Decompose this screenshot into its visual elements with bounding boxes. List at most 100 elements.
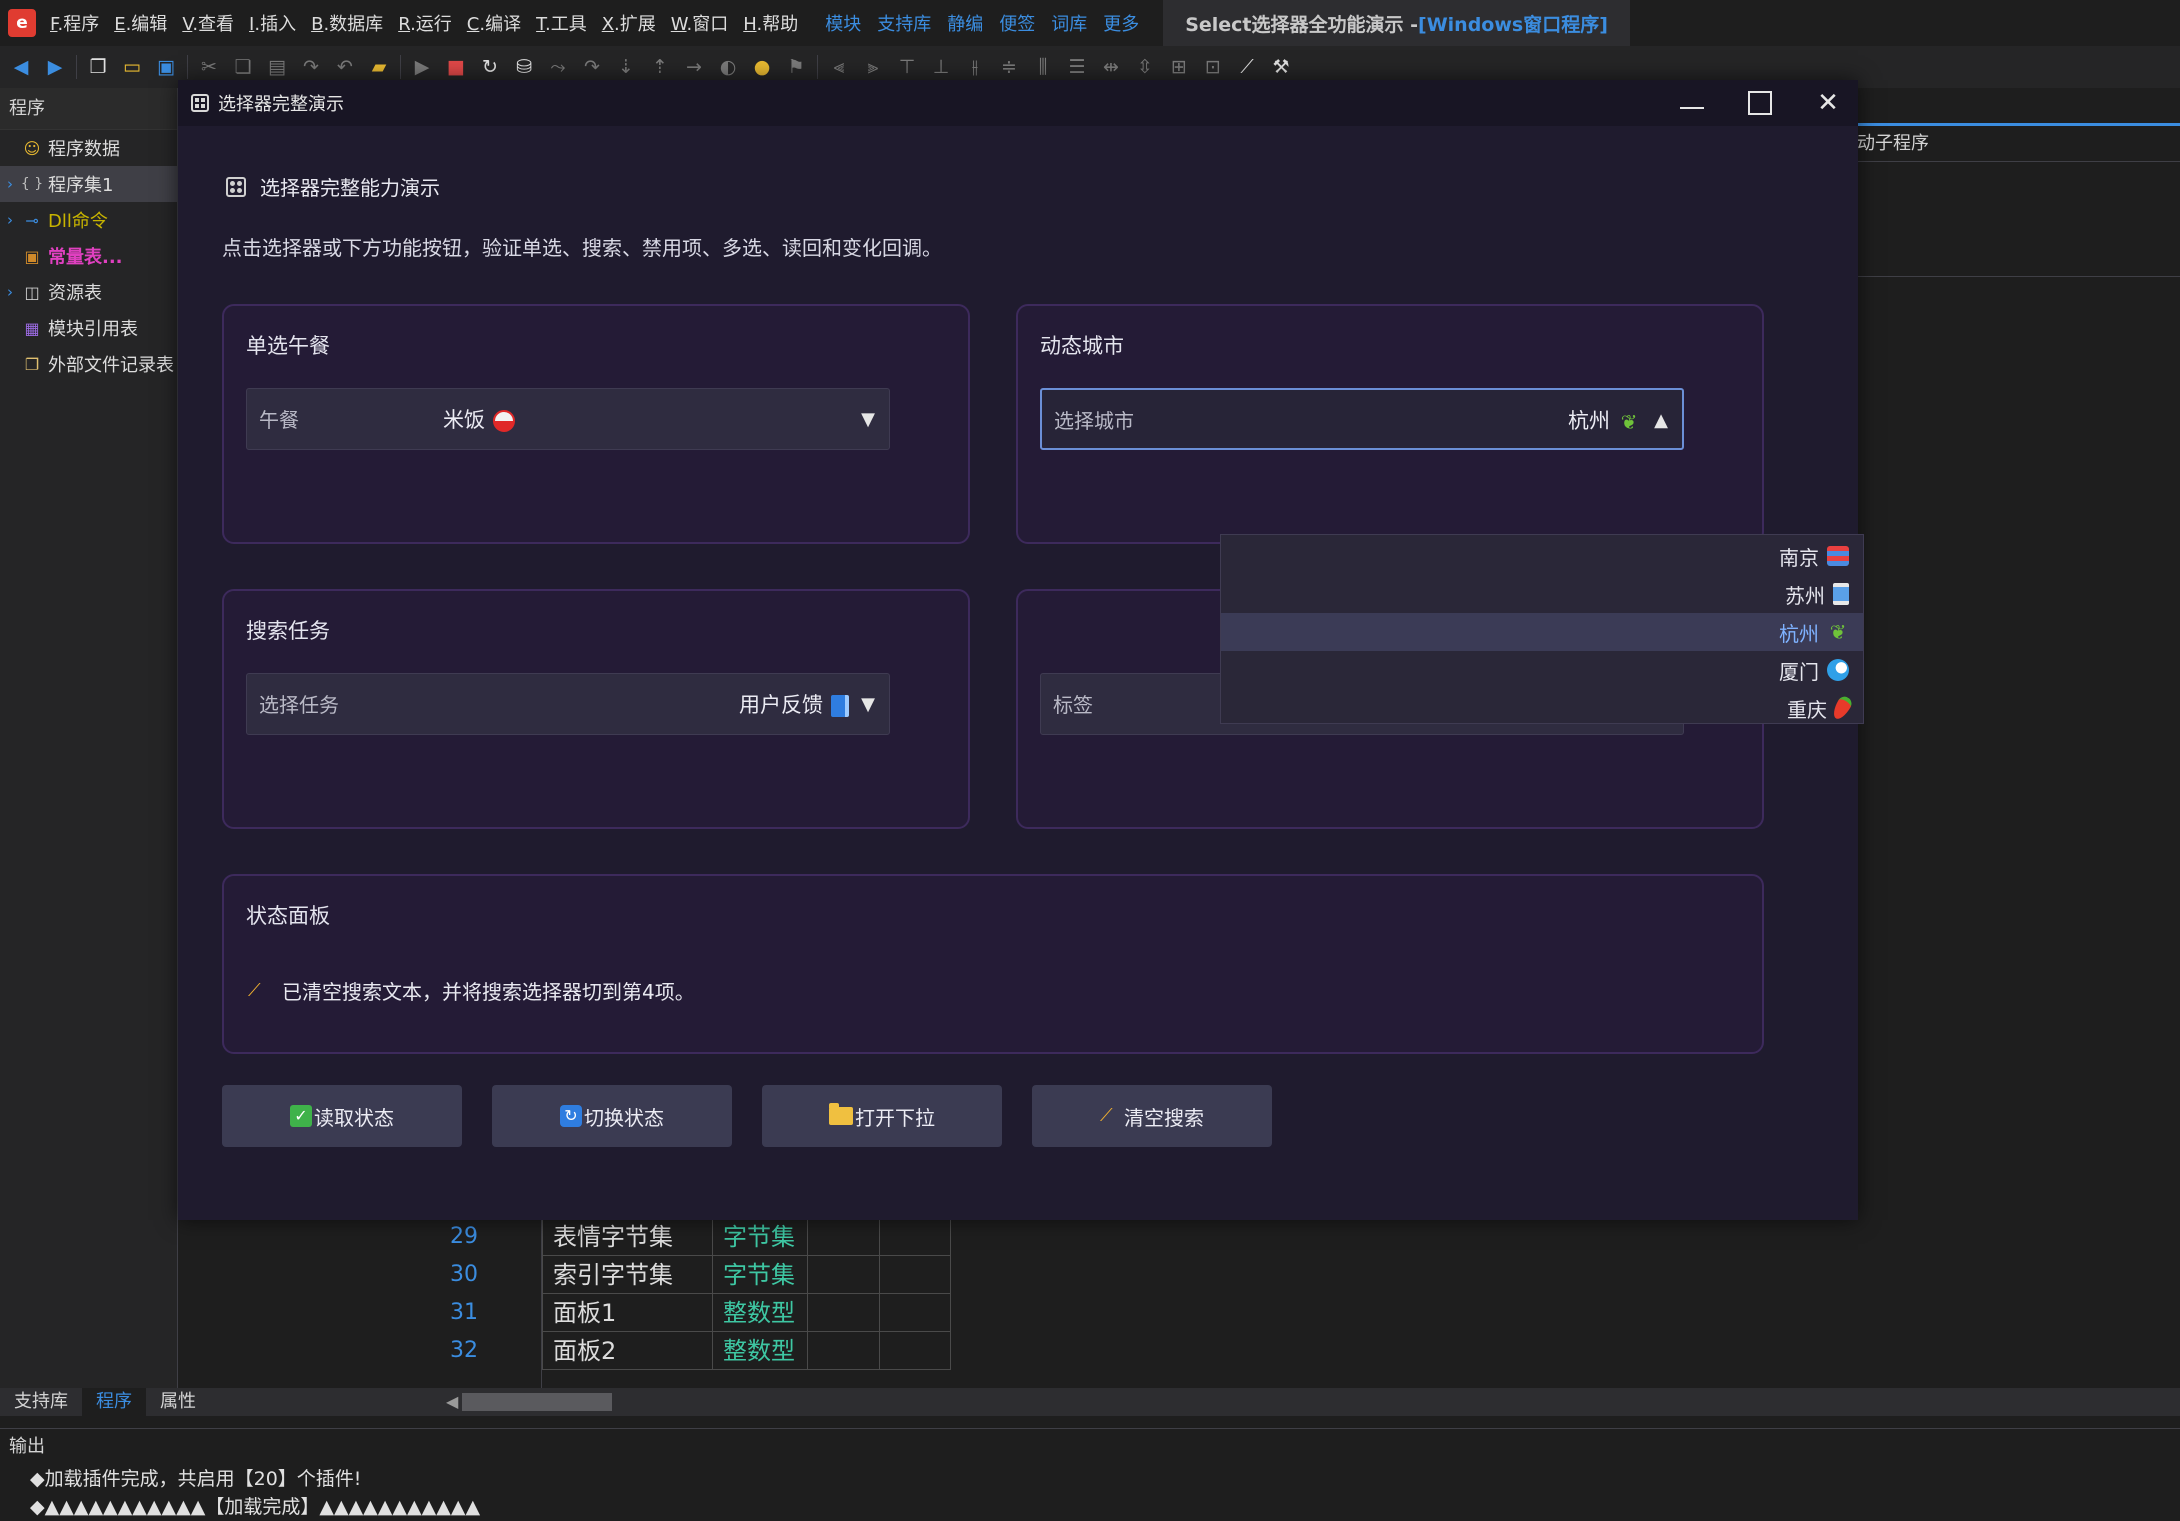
- tree-item-assembly[interactable]: › { } 程序集1: [0, 166, 177, 202]
- run-to-icon[interactable]: →: [681, 54, 707, 80]
- lunch-selector[interactable]: 午餐 米饭 ▼: [246, 388, 890, 450]
- link-module[interactable]: 模块: [825, 10, 861, 36]
- tree-item-program-data[interactable]: ☺ 程序数据: [0, 130, 177, 166]
- menu-program[interactable]: F.程序: [50, 10, 99, 36]
- read-state-button[interactable]: ✓ 读取状态: [222, 1085, 462, 1147]
- dropdown-option[interactable]: 苏州: [1221, 575, 1863, 613]
- align-left-icon[interactable]: ⫷: [826, 54, 852, 80]
- variable-name-cell[interactable]: 面板2: [542, 1332, 712, 1370]
- dropdown-option[interactable]: 厦门: [1221, 651, 1863, 689]
- copy-icon[interactable]: ❏: [230, 54, 256, 80]
- variable-type-cell[interactable]: 整数型: [712, 1294, 807, 1332]
- paste-icon[interactable]: ▤: [264, 54, 290, 80]
- run-icon[interactable]: ▶: [409, 54, 435, 80]
- redo-icon[interactable]: ↷: [298, 54, 324, 80]
- table-cell[interactable]: [807, 1256, 879, 1294]
- tree-item-dll[interactable]: › ⊸ Dll命令: [0, 202, 177, 238]
- menu-tools[interactable]: T.工具: [536, 10, 587, 36]
- save-icon[interactable]: ▣: [153, 54, 179, 80]
- same-width-icon[interactable]: ⇹: [1098, 54, 1124, 80]
- link-support-lib[interactable]: 支持库: [877, 10, 931, 36]
- same-height-icon[interactable]: ⇳: [1132, 54, 1158, 80]
- document-title-tab[interactable]: Select选择器全功能演示 - [Windows窗口程序]: [1163, 0, 1630, 46]
- link-more[interactable]: 更多: [1103, 10, 1139, 36]
- table-cell[interactable]: [807, 1294, 879, 1332]
- chevron-right-icon[interactable]: ›: [0, 175, 20, 193]
- distribute-v-icon[interactable]: ☰: [1064, 54, 1090, 80]
- variable-name-cell[interactable]: 面板1: [542, 1294, 712, 1332]
- table-cell[interactable]: [879, 1218, 951, 1256]
- find-folder-icon[interactable]: ▰: [366, 54, 392, 80]
- task-selector[interactable]: 选择任务 用户反馈 ▼: [246, 673, 890, 735]
- link-static-compile[interactable]: 静编: [947, 10, 983, 36]
- step-icon[interactable]: ⤳: [545, 54, 571, 80]
- maximize-button[interactable]: [1726, 80, 1794, 126]
- tree-item-external-files[interactable]: ❐ 外部文件记录表: [0, 346, 177, 382]
- variable-type-cell[interactable]: 整数型: [712, 1332, 807, 1370]
- horizontal-scrollbar[interactable]: ◀: [440, 1388, 2180, 1416]
- table-cell[interactable]: [879, 1256, 951, 1294]
- menu-extend[interactable]: X.扩展: [602, 10, 656, 36]
- chevron-right-icon[interactable]: ›: [0, 211, 20, 229]
- menu-edit[interactable]: E.编辑: [114, 10, 167, 36]
- forward-icon[interactable]: ▶: [42, 54, 68, 80]
- undo-icon[interactable]: ↶: [332, 54, 358, 80]
- distribute-h-icon[interactable]: ⫼: [1030, 54, 1056, 80]
- clear-search-button[interactable]: ⟋ 清空搜索: [1032, 1085, 1272, 1147]
- link-lexicon[interactable]: 词库: [1051, 10, 1087, 36]
- menu-help[interactable]: H.帮助: [743, 10, 798, 36]
- step-in-icon[interactable]: ⇣: [613, 54, 639, 80]
- menu-window[interactable]: W.窗口: [671, 10, 728, 36]
- center-v-icon[interactable]: ≑: [996, 54, 1022, 80]
- hint-bulb-icon[interactable]: ●: [749, 54, 775, 80]
- breakpoint-icon[interactable]: ◐: [715, 54, 741, 80]
- align-right-icon[interactable]: ⫸: [860, 54, 886, 80]
- link-notes[interactable]: 便签: [999, 10, 1035, 36]
- open-dropdown-button[interactable]: 打开下拉: [762, 1085, 1002, 1147]
- table-cell[interactable]: [807, 1332, 879, 1370]
- variable-name-cell[interactable]: 表情字节集: [542, 1218, 712, 1256]
- variable-type-cell[interactable]: 字节集: [712, 1256, 807, 1294]
- tab-properties[interactable]: 属性: [146, 1388, 210, 1416]
- scrollbar-thumb[interactable]: [462, 1393, 612, 1411]
- table-cell[interactable]: [879, 1294, 951, 1332]
- size-icon[interactable]: ⊡: [1200, 54, 1226, 80]
- dropdown-option-selected[interactable]: 杭州 ❦: [1221, 613, 1863, 651]
- toggle-state-button[interactable]: ↻ 切换状态: [492, 1085, 732, 1147]
- build-icon[interactable]: ⛁: [511, 54, 537, 80]
- menu-run[interactable]: R.运行: [398, 10, 452, 36]
- minimize-button[interactable]: [1658, 80, 1726, 126]
- same-size-icon[interactable]: ⊞: [1166, 54, 1192, 80]
- table-cell[interactable]: [807, 1218, 879, 1256]
- scroll-left-icon[interactable]: ◀: [446, 1392, 458, 1411]
- center-h-icon[interactable]: ⫲: [962, 54, 988, 80]
- step-over-icon[interactable]: ↷: [579, 54, 605, 80]
- chevron-right-icon[interactable]: ›: [0, 283, 20, 301]
- new-file-icon[interactable]: ❐: [85, 54, 111, 80]
- restart-icon[interactable]: ↻: [477, 54, 503, 80]
- menu-insert[interactable]: I.插入: [249, 10, 296, 36]
- subprogram-tab[interactable]: 动子程序: [1857, 126, 2180, 162]
- step-out-icon[interactable]: ⇡: [647, 54, 673, 80]
- align-bottom-icon[interactable]: ⊥: [928, 54, 954, 80]
- variable-name-cell[interactable]: 索引字节集: [542, 1256, 712, 1294]
- magic-wand-icon[interactable]: ⟋: [1234, 54, 1260, 80]
- tools-icon[interactable]: ⚒: [1268, 54, 1294, 80]
- dropdown-option[interactable]: 南京: [1221, 537, 1863, 575]
- city-selector[interactable]: 选择城市 杭州 ❦ ▲: [1040, 388, 1684, 450]
- menu-compile[interactable]: C.编译: [467, 10, 521, 36]
- align-top-icon[interactable]: ⊤: [894, 54, 920, 80]
- menu-view[interactable]: V.查看: [182, 10, 234, 36]
- tree-item-modules[interactable]: ▦ 模块引用表: [0, 310, 177, 346]
- open-folder-icon[interactable]: ▭: [119, 54, 145, 80]
- tab-program[interactable]: 程序: [82, 1388, 146, 1416]
- cut-icon[interactable]: ✂: [196, 54, 222, 80]
- stop-icon[interactable]: ■: [443, 54, 469, 80]
- variable-type-cell[interactable]: 字节集: [712, 1218, 807, 1256]
- tree-item-constants[interactable]: ▣ 常量表...: [0, 238, 177, 274]
- close-button[interactable]: ✕: [1794, 80, 1862, 126]
- tab-support-library[interactable]: 支持库: [0, 1388, 82, 1416]
- flag-icon[interactable]: ⚑: [783, 54, 809, 80]
- tree-item-resources[interactable]: › ◫ 资源表: [0, 274, 177, 310]
- table-cell[interactable]: [879, 1332, 951, 1370]
